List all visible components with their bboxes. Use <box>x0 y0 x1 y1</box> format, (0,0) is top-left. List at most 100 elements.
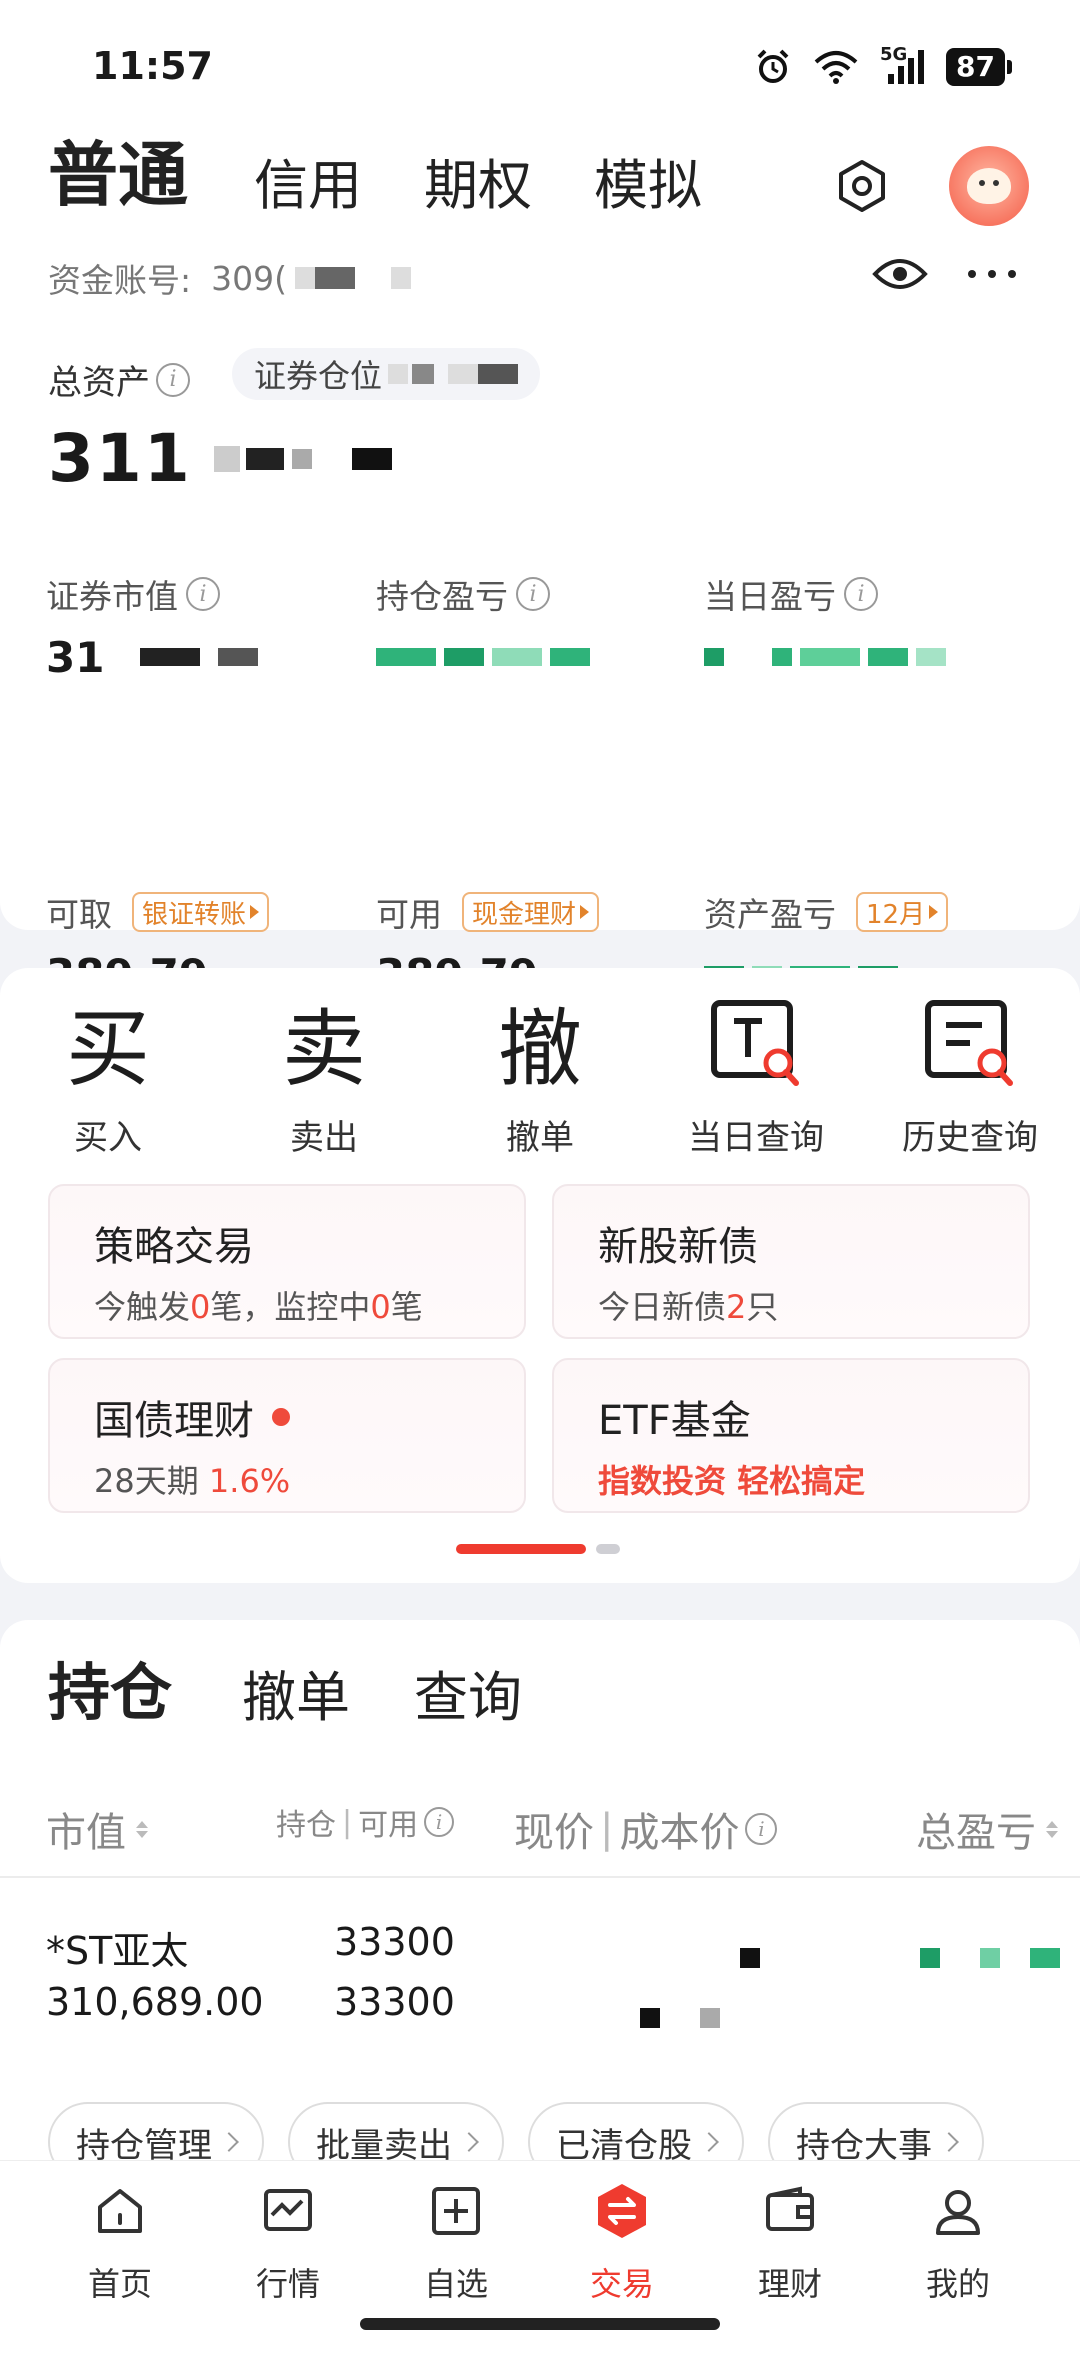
home-indicator[interactable] <box>360 2318 720 2330</box>
stock-position: 33300 <box>334 1920 455 1964</box>
wallet-icon <box>730 2179 850 2243</box>
market-value-label: 证券市值 <box>46 577 178 616</box>
daily-query-button[interactable]: 当日查询 <box>656 992 856 1159</box>
nav-home-label: 首页 <box>87 2265 152 2303</box>
privacy-mask <box>295 267 315 289</box>
info-icon[interactable]: i <box>844 577 878 611</box>
info-icon[interactable]: i <box>186 577 220 611</box>
stat-daily-pl: 当日盈亏 i <box>704 570 946 682</box>
page-dot <box>596 1544 620 1554</box>
tab-credit[interactable]: 信用 <box>254 141 362 220</box>
cash-mgmt-tag[interactable]: 现金理财 <box>462 892 600 932</box>
sort-icon <box>1046 1820 1058 1838</box>
strategy-trade-sub: 今触发0笔，监控中0笔 <box>94 1288 423 1326</box>
nav-home[interactable]: 首页 <box>60 2179 180 2305</box>
buy-label: 买入 <box>74 1118 142 1158</box>
privacy-mask <box>980 1948 1000 1968</box>
battery-tip <box>1007 60 1012 74</box>
nav-watchlist[interactable]: 自选 <box>396 2179 516 2305</box>
nav-trade-label: 交易 <box>589 2265 654 2303</box>
trade-icon <box>562 2179 682 2243</box>
buy-button[interactable]: 买 买入 <box>8 992 208 1159</box>
month-label: 12月 <box>866 899 926 930</box>
nav-profile-label: 我的 <box>925 2265 990 2303</box>
privacy-mask <box>391 267 411 289</box>
signal-icon: 5G <box>880 44 925 86</box>
chevron-right-icon <box>459 2132 479 2152</box>
etf-card[interactable]: ETF基金 指数投资 轻松搞定 <box>552 1358 1030 1513</box>
stat-holding-pl: 持仓盈亏 i <box>376 570 590 682</box>
privacy-mask <box>920 1948 940 1968</box>
privacy-mask <box>388 364 409 384</box>
month-tag[interactable]: 12月 <box>856 892 949 932</box>
privacy-mask <box>1030 1948 1060 1968</box>
holding-events-button[interactable]: 持仓大事 <box>768 2102 984 2160</box>
col-total-pl-label: 总盈亏 <box>916 1810 1036 1856</box>
nav-profile[interactable]: 我的 <box>898 2179 1018 2305</box>
col-cost-label: 成本价 <box>619 1810 740 1856</box>
privacy-mask <box>448 364 479 384</box>
col-price-label: 现价 <box>514 1810 594 1856</box>
sell-icon: 卖 <box>281 999 366 1098</box>
daily-pl-masked <box>704 632 946 682</box>
bank-transfer-tag[interactable]: 银证转账 <box>132 892 270 932</box>
info-icon[interactable]: i <box>156 362 190 397</box>
nav-wealth[interactable]: 理财 <box>730 2179 850 2305</box>
col-price: 现价 | 成本价 i <box>514 1800 778 1858</box>
cash-mgmt-label: 现金理财 <box>472 899 577 930</box>
ipo-title: 新股新债 <box>598 1224 758 1270</box>
nav-trade[interactable]: 交易 <box>562 2179 682 2305</box>
eye-icon[interactable] <box>872 254 928 294</box>
available-label: 可用 <box>376 895 442 934</box>
sell-button[interactable]: 卖 卖出 <box>224 992 424 1159</box>
plus-square-icon <box>396 2179 516 2243</box>
nav-market[interactable]: 行情 <box>228 2179 348 2305</box>
col-market-value[interactable]: 市值 <box>46 1800 148 1858</box>
privacy-mask <box>218 648 259 666</box>
strategy-trade-card[interactable]: 策略交易 今触发0笔，监控中0笔 <box>48 1184 526 1339</box>
bond-card[interactable]: 国债理财 28天期 1.6% <box>48 1358 526 1513</box>
tab-options[interactable]: 期权 <box>424 141 532 220</box>
info-icon[interactable]: i <box>745 1813 778 1845</box>
col-total-pl[interactable]: 总盈亏 <box>916 1800 1058 1858</box>
status-time: 11:57 <box>92 44 213 88</box>
cleared-stocks-button[interactable]: 已清仓股 <box>528 2102 744 2160</box>
cancel-order-button[interactable]: 撤 撤单 <box>440 992 640 1159</box>
stat-market-value: 证券市值 i 31 <box>46 570 259 682</box>
col-position: 持仓 | 可用 i <box>276 1800 455 1844</box>
holding-manage-button[interactable]: 持仓管理 <box>48 2102 264 2160</box>
avatar-eye <box>979 180 985 186</box>
privacy-mask <box>740 1948 760 1968</box>
tab-cancel[interactable]: 撤单 <box>242 1653 350 1732</box>
batch-sell-button[interactable]: 批量卖出 <box>288 2102 504 2160</box>
etf-slogan: 指数投资 轻松搞定 <box>598 1462 866 1500</box>
privacy-mask <box>245 447 284 470</box>
col-market-value-label: 市值 <box>46 1810 126 1856</box>
tab-normal[interactable]: 普通 <box>46 119 188 220</box>
privacy-mask <box>640 2008 660 2028</box>
avatar[interactable] <box>949 146 1029 226</box>
account-card: 普通 信用 期权 模拟 资金账号: 309( 总资产 i 证券仓位 311 证券… <box>0 130 1080 999</box>
tab-query[interactable]: 查询 <box>414 1653 522 1732</box>
more-icon[interactable] <box>968 270 1016 278</box>
sell-label: 卖出 <box>290 1118 358 1158</box>
tab-holdings[interactable]: 持仓 <box>43 1642 172 1732</box>
col-position-label: 持仓 <box>276 1808 336 1843</box>
bond-title: 国债理财 <box>94 1398 254 1444</box>
info-icon[interactable]: i <box>516 577 550 611</box>
stock-available: 33300 <box>334 1980 455 2024</box>
asset-pl-label: 资产盈亏 <box>704 895 836 934</box>
chevron-right-icon <box>699 2132 719 2152</box>
strategy-trade-title: 策略交易 <box>94 1224 254 1270</box>
col-available-label: 可用 <box>358 1808 419 1843</box>
position-ratio-pill[interactable]: 证券仓位 <box>232 348 541 400</box>
trade-functions-card: 买 买入 卖 卖出 撤 撤单 当日查询 历史查询 策略交易 今触发0笔，监控中0… <box>0 968 1080 1583</box>
ipo-card[interactable]: 新股新债 今日新债2只 <box>552 1184 1030 1339</box>
tab-simulation[interactable]: 模拟 <box>594 141 702 220</box>
history-query-button[interactable]: 历史查询 <box>870 992 1070 1159</box>
privacy-mask <box>315 267 355 289</box>
withdrawable-label: 可取 <box>46 895 112 934</box>
info-icon[interactable]: i <box>424 1807 455 1837</box>
avatar-face <box>967 168 1011 204</box>
settings-hex-icon[interactable] <box>834 158 890 214</box>
